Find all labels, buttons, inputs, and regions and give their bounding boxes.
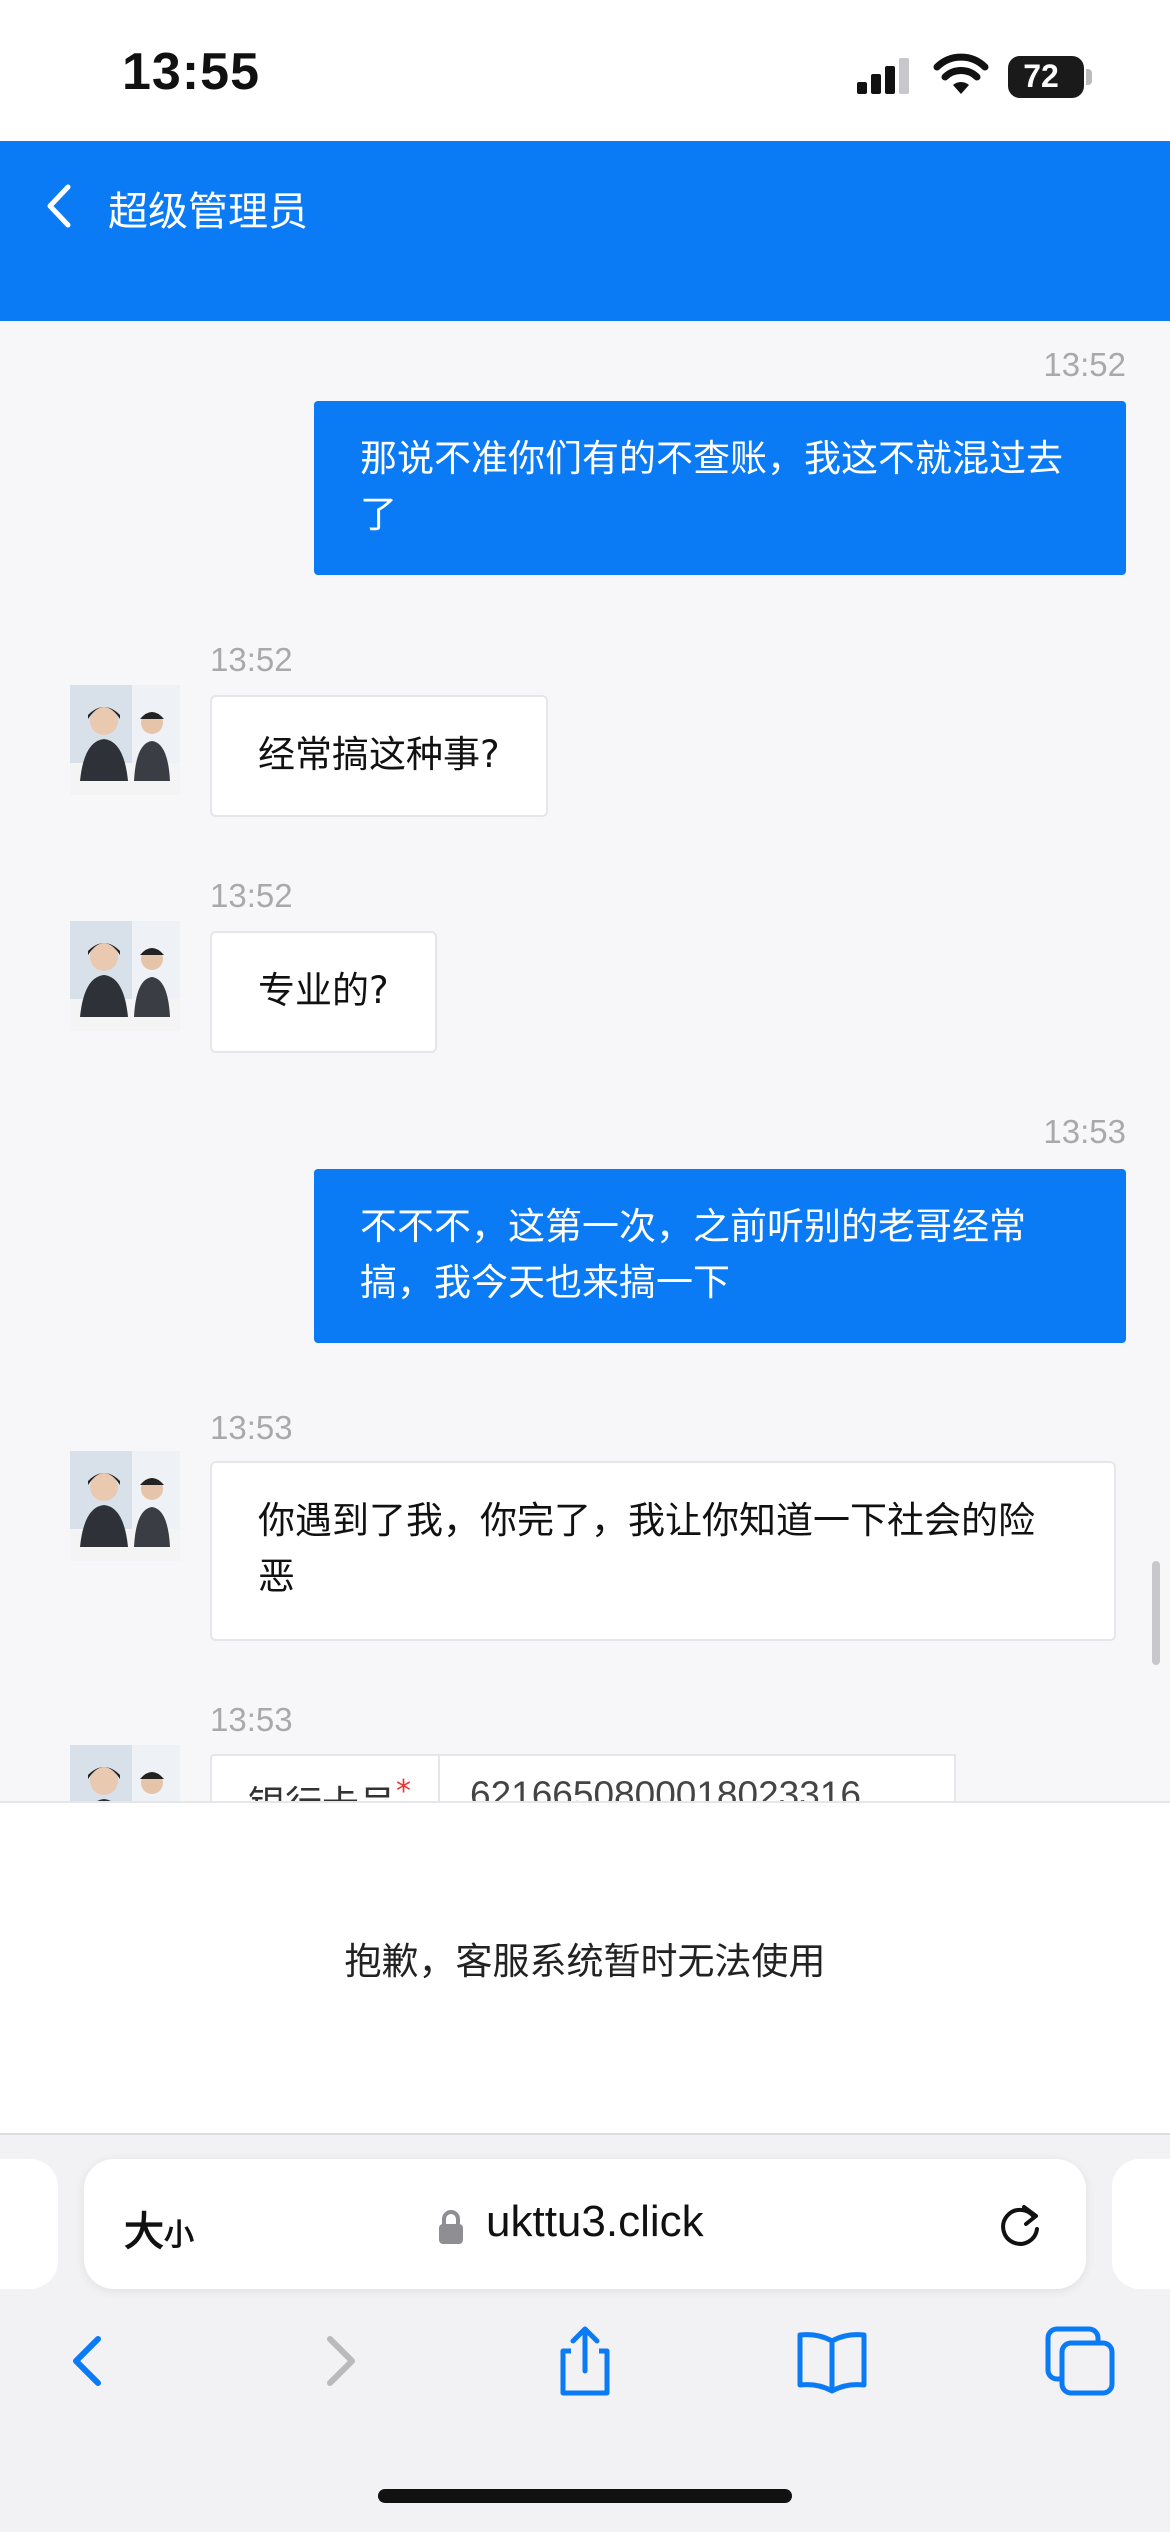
lock-icon <box>439 2210 463 2244</box>
form-field-label: 银行卡号* <box>210 1754 440 1801</box>
url-text[interactable]: ukttu3.click <box>486 2197 704 2247</box>
size-label: 大 <box>124 2209 164 2255</box>
required-mark: * <box>396 1774 411 1801</box>
service-unavailable-text: 抱歉，客服系统暂时无法使用 <box>344 1940 826 1983</box>
page-title: 超级管理员 <box>108 189 308 235</box>
wifi-icon <box>933 53 989 94</box>
battery-level: 72 <box>1023 58 1059 94</box>
browser-bar: 大小 ukttu3.click <box>0 2133 1170 2532</box>
status-bar: 13:55 72 <box>0 0 1170 141</box>
incoming-message: 你遇到了我，你完了，我让你知道一下社会的险恶 <box>210 1461 1116 1641</box>
message-timestamp: 13:53 <box>1043 1113 1126 1150</box>
agent-avatar-image <box>70 921 180 1031</box>
agent-avatar-image <box>70 1451 180 1561</box>
chat-header: 超级管理员 <box>0 141 1170 321</box>
message-timestamp: 13:53 <box>210 1409 293 1446</box>
message-timestamp: 13:52 <box>210 877 293 914</box>
scrollbar[interactable] <box>1152 1561 1160 1665</box>
chat-area[interactable]: 13:52 那说不准你们有的不查账，我这不就混过去了 13:52 经常搞这种事?… <box>0 321 1170 1801</box>
tabs-icon[interactable] <box>1040 2321 1120 2401</box>
share-icon[interactable] <box>545 2321 625 2401</box>
forward-icon[interactable] <box>300 2321 380 2401</box>
message-timestamp: 13:52 <box>210 641 293 678</box>
bank-card-number: 6216650800018023316 <box>440 1754 956 1801</box>
reload-icon[interactable] <box>994 2199 1046 2251</box>
agent-avatar-image <box>70 685 180 795</box>
next-tab-preview[interactable] <box>1112 2159 1170 2289</box>
message-timestamp: 13:52 <box>1043 346 1126 383</box>
size-label-small: 小 <box>164 2218 194 2253</box>
incoming-message: 经常搞这种事? <box>210 695 548 817</box>
agent-avatar <box>70 685 180 795</box>
agent-avatar <box>70 1451 180 1561</box>
incoming-message: 专业的? <box>210 931 437 1053</box>
home-indicator[interactable] <box>378 2489 792 2503</box>
agent-avatar-image <box>70 1745 180 1801</box>
back-arrow-icon[interactable] <box>40 181 76 231</box>
bookmarks-icon[interactable] <box>792 2321 872 2401</box>
service-unavailable-panel: 抱歉，客服系统暂时无法使用 <box>0 1801 1170 2133</box>
back-icon[interactable] <box>48 2321 128 2401</box>
agent-avatar <box>70 921 180 1031</box>
status-time: 13:55 <box>122 43 260 101</box>
outgoing-message: 不不不，这第一次，之前听别的老哥经常搞，我今天也来搞一下 <box>314 1169 1126 1343</box>
outgoing-message: 那说不准你们有的不查账，我这不就混过去了 <box>314 401 1126 575</box>
agent-avatar <box>70 1745 180 1801</box>
previous-tab-preview[interactable] <box>0 2159 58 2289</box>
bank-card-label: 银行卡号 <box>248 1783 396 1801</box>
battery-cap <box>1086 69 1092 85</box>
message-timestamp: 13:53 <box>210 1701 293 1738</box>
page-size-button[interactable]: 大小 <box>124 2199 194 2257</box>
signal-icon <box>857 58 909 94</box>
address-bar[interactable]: 大小 ukttu3.click <box>84 2159 1086 2289</box>
